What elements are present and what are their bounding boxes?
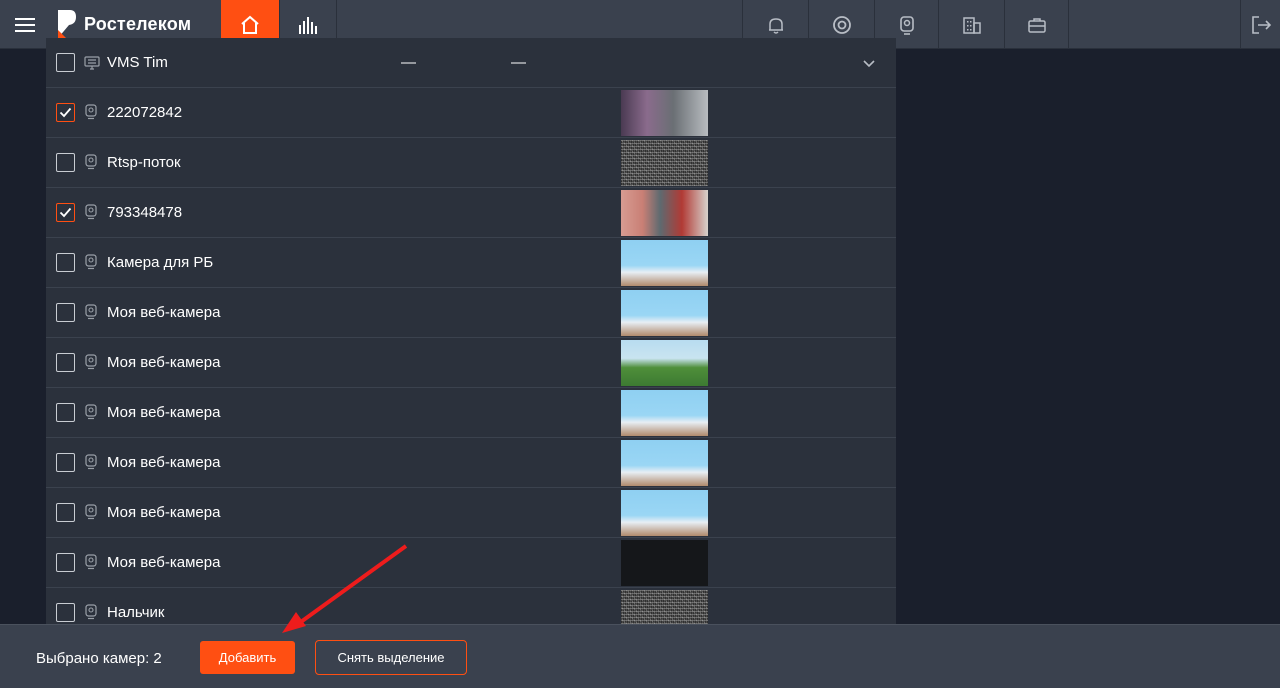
- menu-icon: [15, 17, 35, 32]
- camera-row[interactable]: Моя веб-камера: [46, 288, 896, 338]
- camera-icon: [85, 104, 97, 120]
- camera-icon: [85, 254, 97, 270]
- selected-count: Выбрано камер: 2: [36, 650, 162, 667]
- camera-thumbnail[interactable]: [621, 440, 708, 486]
- group-checkbox[interactable]: [56, 53, 75, 72]
- camera-checkbox[interactable]: [56, 303, 75, 322]
- camera-name: 793348478: [107, 204, 183, 221]
- home-icon: [241, 15, 259, 34]
- camera-checkbox[interactable]: [56, 453, 75, 472]
- camera-checkbox[interactable]: [56, 153, 75, 172]
- camera-row[interactable]: Моя веб-камера: [46, 488, 896, 538]
- camera-name: Нальчик: [107, 604, 165, 621]
- group-col1: —: [401, 54, 416, 71]
- camera-name: 222072842: [107, 104, 183, 121]
- camera-row[interactable]: Камера для РБ: [46, 238, 896, 288]
- checkmark-icon: [59, 107, 72, 118]
- camera-row[interactable]: Rtsp-поток: [46, 138, 896, 188]
- camera-icon: [85, 354, 97, 370]
- camera-icon: [899, 15, 914, 35]
- checkmark-icon: [59, 207, 72, 218]
- camera-checkbox[interactable]: [56, 253, 75, 272]
- logo-text: Ростелеком: [84, 14, 192, 34]
- camera-name: Моя веб-камера: [107, 304, 221, 321]
- rostelecom-logo-icon: [58, 9, 76, 42]
- camera-checkbox[interactable]: [56, 203, 75, 222]
- camera-checkbox[interactable]: [56, 353, 75, 372]
- camera-list: VMS Tim — — 222072842 Rtsp-поток 793348478…: [46, 38, 896, 624]
- topbar-divider: [1068, 0, 1069, 49]
- server-icon: [84, 56, 100, 70]
- camera-icon: [85, 604, 97, 620]
- camera-name: Моя веб-камера: [107, 554, 221, 571]
- clear-selection-button[interactable]: Снять выделение: [315, 640, 467, 675]
- menu-button[interactable]: [0, 0, 50, 49]
- camera-row[interactable]: Моя веб-камера: [46, 388, 896, 438]
- camera-row[interactable]: Моя веб-камера: [46, 438, 896, 488]
- logout-icon: [1251, 15, 1271, 34]
- lifebuoy-icon: [832, 15, 851, 34]
- group-row[interactable]: VMS Tim — —: [46, 38, 896, 88]
- camera-icon: [85, 554, 97, 570]
- camera-name: Камера для РБ: [107, 254, 214, 271]
- camera-thumbnail[interactable]: [621, 390, 708, 436]
- camera-row[interactable]: Моя веб-камера: [46, 538, 896, 588]
- add-button[interactable]: Добавить: [200, 641, 295, 674]
- selection-bar: Выбрано камер: 2 Добавить Снять выделени…: [0, 624, 1280, 688]
- group-col2: —: [511, 54, 526, 71]
- camera-icon: [85, 204, 97, 220]
- camera-thumbnail[interactable]: [621, 190, 708, 236]
- camera-icon: [85, 404, 97, 420]
- camera-row[interactable]: 793348478: [46, 188, 896, 238]
- camera-icon: [85, 504, 97, 520]
- briefcase-icon: [1027, 17, 1046, 33]
- stats-icon: [299, 16, 317, 34]
- camera-thumbnail[interactable]: [621, 540, 708, 586]
- services-button[interactable]: [1004, 0, 1068, 49]
- camera-thumbnail[interactable]: [621, 240, 708, 286]
- camera-thumbnail[interactable]: [621, 590, 708, 624]
- group-name: VMS Tim: [107, 54, 168, 71]
- camera-thumbnail[interactable]: [621, 340, 708, 386]
- bell-icon: [768, 17, 783, 34]
- camera-name: Моя веб-камера: [107, 454, 221, 471]
- camera-checkbox[interactable]: [56, 603, 75, 622]
- camera-row[interactable]: Нальчик: [46, 588, 896, 624]
- camera-thumbnail[interactable]: [621, 490, 708, 536]
- camera-checkbox[interactable]: [56, 553, 75, 572]
- camera-checkbox[interactable]: [56, 403, 75, 422]
- camera-name: Моя веб-камера: [107, 504, 221, 521]
- camera-row[interactable]: 222072842: [46, 88, 896, 138]
- chevron-down-icon[interactable]: [862, 56, 876, 70]
- camera-row[interactable]: Моя веб-камера: [46, 338, 896, 388]
- camera-thumbnail[interactable]: [621, 140, 708, 186]
- organizations-button[interactable]: [938, 0, 1004, 49]
- camera-icon: [85, 154, 97, 170]
- camera-thumbnail[interactable]: [621, 290, 708, 336]
- camera-thumbnail[interactable]: [621, 90, 708, 136]
- camera-icon: [85, 454, 97, 470]
- camera-checkbox[interactable]: [56, 103, 75, 122]
- camera-name: Моя веб-камера: [107, 404, 221, 421]
- logout-button[interactable]: [1240, 0, 1280, 49]
- camera-icon: [85, 304, 97, 320]
- camera-checkbox[interactable]: [56, 503, 75, 522]
- camera-name: Rtsp-поток: [107, 154, 181, 171]
- building-icon: [962, 16, 981, 34]
- camera-name: Моя веб-камера: [107, 354, 221, 371]
